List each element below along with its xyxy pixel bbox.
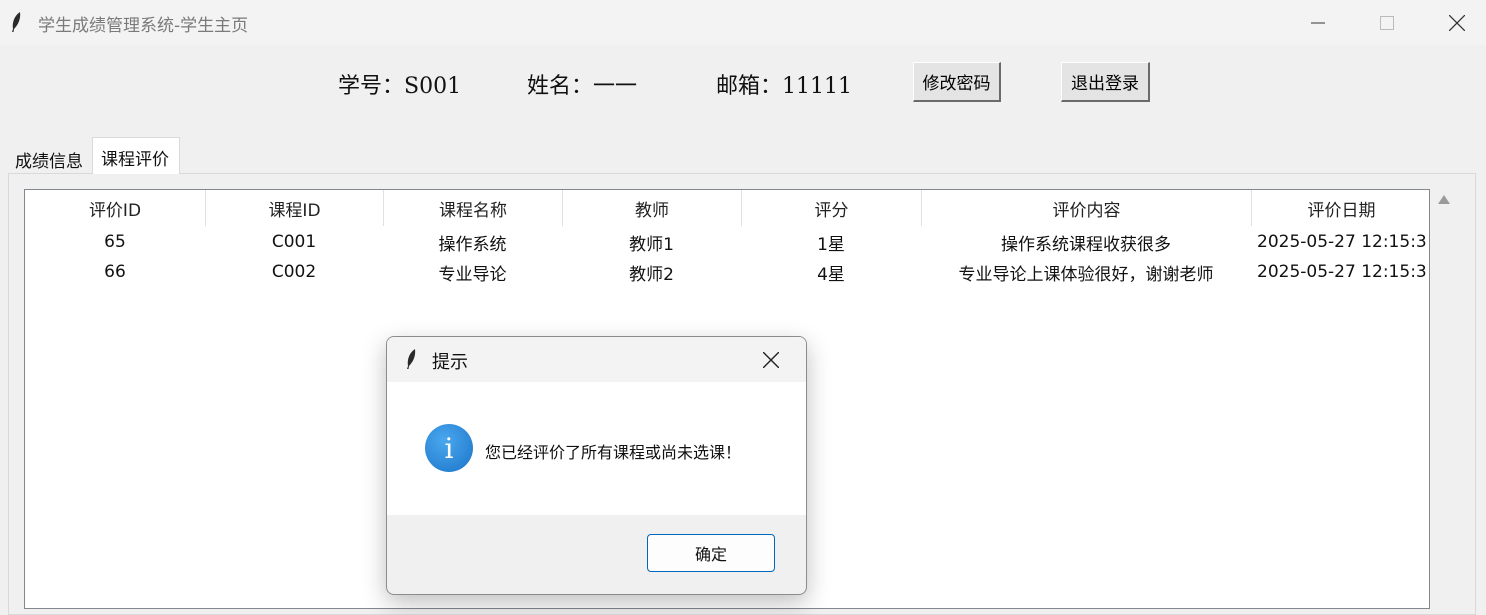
dialog-feather-icon bbox=[407, 349, 416, 369]
column-header[interactable]: 评分 bbox=[741, 190, 921, 226]
window-titlebar: 学生成绩管理系统-学生主页 bbox=[0, 0, 1486, 45]
tab-course-evaluation[interactable]: 课程评价 bbox=[92, 137, 180, 174]
table-cell: 2025-05-27 12:15:3 bbox=[1257, 262, 1427, 282]
table-cell: 4星 bbox=[817, 264, 845, 285]
table-cell: 65 bbox=[104, 232, 126, 252]
table-cell: 教师1 bbox=[629, 234, 674, 255]
ok-button[interactable]: 确定 bbox=[647, 534, 775, 572]
scroll-up-arrow-icon[interactable] bbox=[1438, 195, 1450, 204]
tab-grades[interactable]: 成绩信息 bbox=[15, 147, 83, 172]
column-header[interactable]: 评价内容 bbox=[921, 190, 1251, 226]
table-cell: C002 bbox=[271, 262, 317, 282]
table-cell: C001 bbox=[271, 232, 317, 252]
column-header[interactable]: 教师 bbox=[562, 190, 741, 226]
column-header[interactable]: 评价ID bbox=[25, 190, 205, 226]
info-dialog: 提示 i 您已经评价了所有课程或尚未选课！ 确定 bbox=[386, 336, 807, 595]
student-name-label: 姓名：一一 bbox=[527, 74, 638, 99]
dialog-message: 您已经评价了所有课程或尚未选课！ bbox=[485, 443, 742, 462]
column-header[interactable]: 课程名称 bbox=[383, 190, 562, 226]
maximize-button[interactable] bbox=[1352, 0, 1422, 45]
app-feather-icon bbox=[12, 12, 21, 32]
student-email-label: 邮箱：11111 bbox=[716, 74, 852, 99]
maximize-icon bbox=[1380, 15, 1394, 30]
table-cell: 1星 bbox=[817, 234, 845, 255]
table-cell: 操作系统课程收获很多 bbox=[1001, 234, 1171, 255]
table-cell: 2025-05-27 12:15:3 bbox=[1257, 232, 1427, 252]
table-cell: 操作系统 bbox=[438, 234, 507, 255]
student-id-label: 学号：S001 bbox=[338, 74, 462, 99]
window-title: 学生成绩管理系统-学生主页 bbox=[38, 16, 249, 36]
change-password-button[interactable]: 修改密码 bbox=[913, 62, 1001, 102]
table-cell: 66 bbox=[104, 262, 126, 282]
info-icon: i bbox=[425, 424, 473, 472]
close-icon bbox=[763, 352, 779, 368]
table-cell: 专业导论 bbox=[438, 264, 507, 285]
column-header[interactable]: 课程ID bbox=[205, 190, 383, 226]
dialog-body: i 您已经评价了所有课程或尚未选课！ bbox=[387, 382, 806, 515]
dialog-close-button[interactable] bbox=[759, 349, 783, 371]
close-button[interactable] bbox=[1422, 0, 1486, 45]
minimize-button[interactable] bbox=[1283, 0, 1353, 45]
logout-button[interactable]: 退出登录 bbox=[1061, 62, 1150, 102]
dialog-title: 提示 bbox=[432, 352, 468, 373]
dialog-titlebar: 提示 bbox=[387, 337, 806, 382]
table-cell: 教师2 bbox=[629, 264, 674, 285]
close-icon bbox=[1449, 14, 1465, 31]
table-cell: 专业导论上课体验很好，谢谢老师 bbox=[958, 264, 1214, 285]
minimize-icon bbox=[1311, 22, 1325, 23]
column-header[interactable]: 评价日期 bbox=[1251, 190, 1431, 226]
